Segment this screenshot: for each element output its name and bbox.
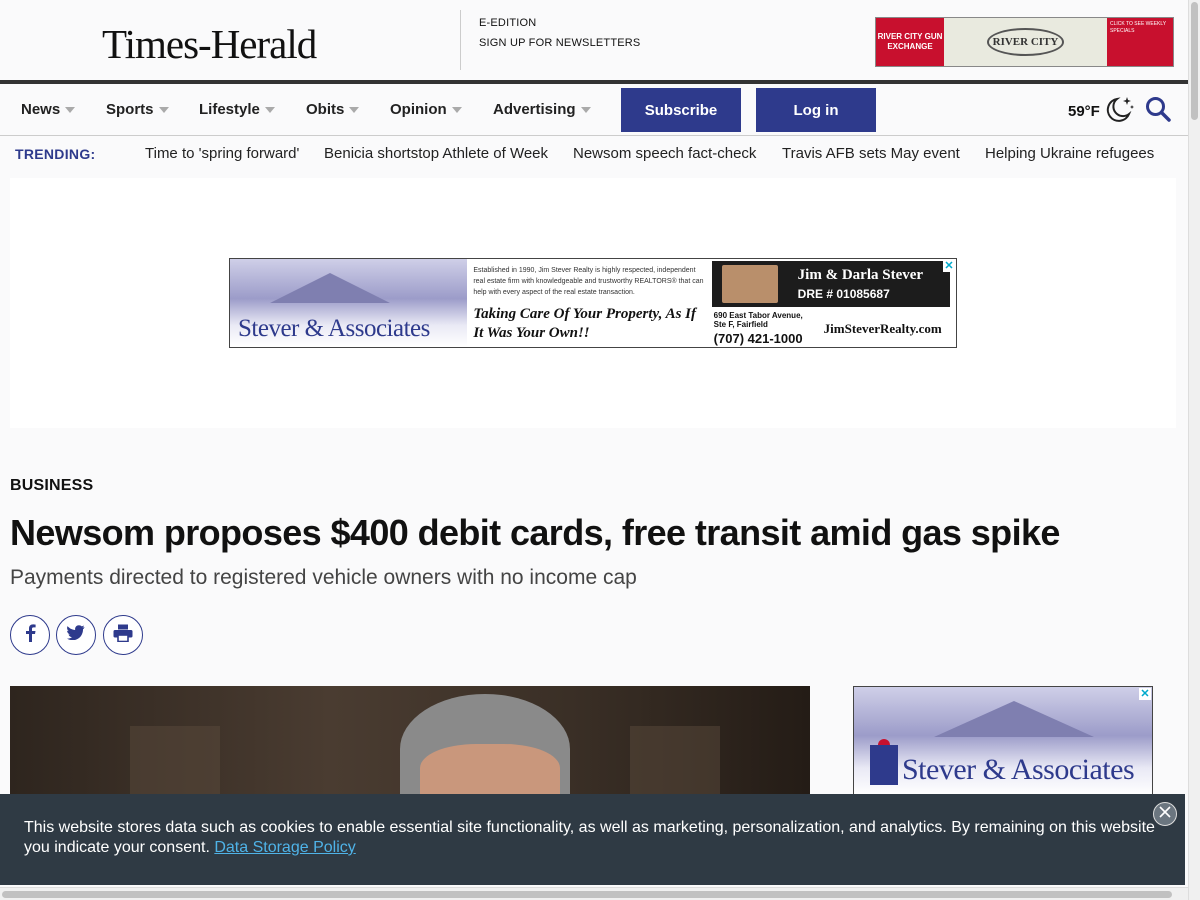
trending-link[interactable]: Newsom speech fact-check — [573, 145, 756, 162]
sidebar-advertisement[interactable]: Stever & Associates ✕ — [853, 686, 1153, 796]
article-section[interactable]: BUSINESS — [10, 477, 93, 495]
search-icon — [1145, 97, 1171, 126]
hero-subject-face — [420, 744, 560, 796]
top-advertisement[interactable]: RIVER CITY GUN EXCHANGE RIVER CITY CLICK… — [875, 17, 1174, 67]
ad-text-block: Established in 1990, Jim Stever Realty i… — [467, 259, 711, 347]
e-edition-link[interactable]: E-EDITION — [479, 13, 640, 33]
printer-icon — [113, 624, 133, 647]
nav-item-advertising[interactable]: Advertising — [493, 101, 591, 118]
horizontal-scroll-thumb[interactable] — [2, 891, 1172, 898]
login-button[interactable]: Log in — [756, 88, 876, 132]
ad-close-icon[interactable]: ✕ — [1139, 688, 1151, 700]
nav-item-label: Lifestyle — [199, 101, 260, 118]
close-icon — [1159, 805, 1171, 823]
nav-item-label: Advertising — [493, 101, 576, 118]
nav-item-label: News — [21, 101, 61, 118]
nav-item-news[interactable]: News — [21, 101, 76, 118]
top-ad-left-label: RIVER CITY GUN EXCHANGE — [876, 18, 944, 66]
ad-address: 690 East Tabor Avenue, Ste F, Fairfield — [713, 311, 803, 329]
newsletter-signup-link[interactable]: SIGN UP FOR NEWSLETTERS — [479, 33, 640, 53]
trending-link[interactable]: Time to 'spring forward' — [145, 145, 299, 162]
caret-down-icon — [580, 106, 591, 113]
trending-link[interactable]: Travis AFB sets May event — [782, 145, 960, 162]
site-logo[interactable]: Times-Herald — [102, 20, 317, 68]
hero-wall-panel — [630, 726, 720, 796]
ad-website: JimSteverRealty.com — [823, 321, 942, 336]
nav-item-lifestyle[interactable]: Lifestyle — [199, 101, 275, 118]
ad-house-image: Stever & Associates — [230, 259, 468, 347]
top-ad-badge: RIVER CITY — [986, 28, 1065, 56]
ad-close-icon[interactable]: ✕ — [943, 260, 955, 272]
trending-link[interactable]: Benicia shortstop Athlete of Week — [324, 145, 548, 162]
cookie-consent-banner: This website stores data such as cookies… — [0, 794, 1185, 885]
header-links: E-EDITION SIGN UP FOR NEWSLETTERS — [479, 13, 640, 53]
top-ad-right-label: CLICK TO SEE WEEKLY SPECIALS — [1107, 18, 1173, 66]
nav-item-sports[interactable]: Sports — [106, 101, 169, 118]
side-ad-brand: Stever & Associates — [902, 753, 1135, 786]
weather-widget[interactable]: 59°F — [1068, 94, 1135, 128]
subscribe-button[interactable]: Subscribe — [621, 88, 741, 132]
nav-item-label: Obits — [306, 101, 345, 118]
trending-link[interactable]: Helping Ukraine refugees — [985, 145, 1154, 162]
ad-brand: Stever & Associates — [238, 315, 430, 342]
ad-contact-block: Jim & Darla Stever DRE # 01085687 690 Ea… — [711, 259, 956, 347]
share-facebook-button[interactable] — [10, 615, 50, 655]
main-nav: News Sports Lifestyle Obits Opinion Adve… — [0, 80, 1188, 136]
cookie-message: This website stores data such as cookies… — [24, 818, 1164, 858]
trending-label: TRENDING: — [15, 146, 96, 162]
share-twitter-button[interactable] — [56, 615, 96, 655]
print-button[interactable] — [103, 615, 143, 655]
hero-wall-panel — [130, 726, 220, 796]
nav-item-label: Opinion — [390, 101, 447, 118]
header-divider — [460, 10, 461, 70]
horizontal-scrollbar[interactable] — [0, 887, 1188, 900]
ad-names: Jim & Darla Stever — [797, 267, 924, 283]
moon-stars-icon — [1103, 94, 1135, 128]
house-roof-shape — [934, 701, 1094, 737]
vertical-scroll-thumb[interactable] — [1191, 2, 1198, 120]
article-headline: Newsom proposes $400 debit cards, free t… — [10, 512, 1060, 553]
house-roof-shape — [270, 273, 390, 303]
caret-down-icon — [158, 106, 169, 113]
nav-item-obits[interactable]: Obits — [306, 101, 360, 118]
ad-dre: DRE # 01085687 — [797, 287, 890, 301]
ad-slogan: Taking Care Of Your Property, As If It W… — [473, 306, 696, 341]
nav-item-opinion[interactable]: Opinion — [390, 101, 462, 118]
ad-photo — [721, 265, 778, 303]
article-subhead: Payments directed to registered vehicle … — [10, 566, 637, 589]
caret-down-icon — [264, 106, 275, 113]
top-ad-center: RIVER CITY — [944, 18, 1107, 66]
search-button[interactable] — [1145, 96, 1171, 122]
banner-advertisement[interactable]: Stever & Associates Established in 1990,… — [229, 258, 957, 348]
twitter-icon — [67, 625, 85, 645]
temperature: 59°F — [1068, 102, 1100, 120]
caret-down-icon — [349, 106, 360, 113]
data-storage-policy-link[interactable]: Data Storage Policy — [214, 839, 355, 856]
ad-phone: (707) 421-1000 — [713, 331, 803, 346]
brand-logo-mark — [870, 745, 898, 785]
cookie-close-button[interactable] — [1153, 802, 1177, 826]
nav-item-label: Sports — [106, 101, 154, 118]
vertical-scrollbar[interactable] — [1188, 0, 1200, 900]
article-hero-image — [10, 686, 810, 796]
site-header: Times-Herald E-EDITION SIGN UP FOR NEWSL… — [0, 0, 1188, 80]
cookie-text: This website stores data such as cookies… — [24, 819, 1155, 856]
facebook-icon — [23, 623, 37, 647]
ad-blurb: Established in 1990, Jim Stever Realty i… — [473, 267, 704, 296]
caret-down-icon — [451, 106, 462, 113]
caret-down-icon — [65, 106, 76, 113]
trending-bar: TRENDING: Time to 'spring forward' Benic… — [0, 137, 1188, 169]
